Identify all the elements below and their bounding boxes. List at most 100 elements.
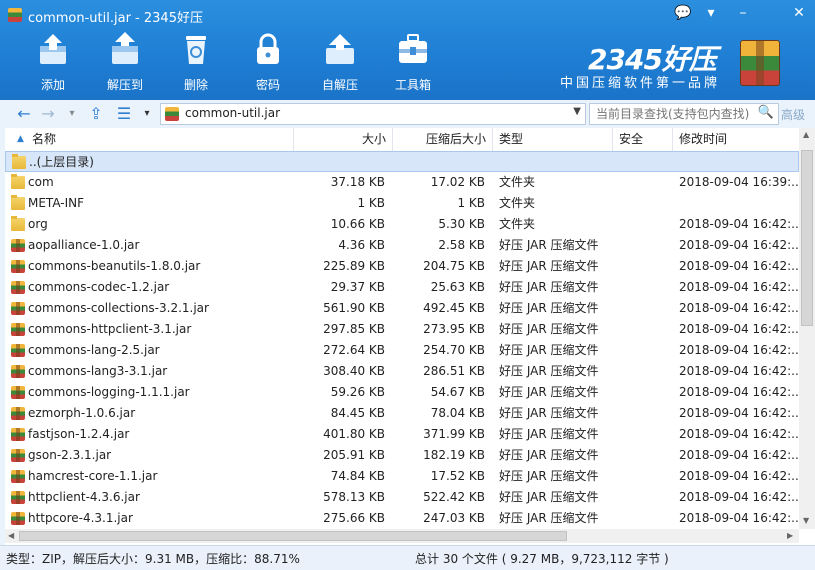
file-type: 好压 JAR 压缩文件 xyxy=(499,511,599,525)
column-size[interactable]: 大小 xyxy=(294,128,393,151)
table-row[interactable]: aopalliance-1.0.jar 4.36 KB 2.58 KB 好压 JAR … xyxy=(5,235,799,256)
table-row[interactable]: commons-lang-2.5.jar 272.64 KB 254.70 KB 好压… xyxy=(5,340,799,361)
table-row[interactable]: httpclient-4.3.6.jar 578.13 KB 522.42 KB 好压… xyxy=(5,487,799,508)
file-packed-size: 78.04 KB xyxy=(430,406,485,420)
search-icon[interactable]: 🔍 xyxy=(758,105,774,120)
close-icon[interactable]: ✕ xyxy=(788,3,810,23)
file-type: 好压 JAR 压缩文件 xyxy=(499,427,599,441)
table-row[interactable]: commons-collections-3.2.1.jar 561.90 KB 49… xyxy=(5,298,799,319)
file-type: 文件夹 xyxy=(499,217,536,231)
scroll-down-icon[interactable]: ▼ xyxy=(803,516,809,525)
scroll-up-icon[interactable]: ▲ xyxy=(803,130,809,139)
column-security[interactable]: 安全 xyxy=(613,128,673,151)
archive-box-icon xyxy=(740,40,780,86)
menu-dropdown-icon[interactable]: ▾ xyxy=(700,3,722,23)
self-extract-button[interactable]: 自解压 xyxy=(311,32,369,94)
table-row[interactable]: org 10.66 KB 5.30 KB 文件夹 2018-09-04 16:42:..… xyxy=(5,214,799,235)
delete-button[interactable]: 删除 xyxy=(167,32,225,94)
path-combobox[interactable]: common-util.jar ▼ xyxy=(160,103,586,125)
vertical-scroll-thumb[interactable] xyxy=(801,150,813,326)
file-size: 401.80 KB xyxy=(323,427,385,441)
file-type: 文件夹 xyxy=(499,175,536,189)
table-row[interactable]: gson-2.3.1.jar 205.91 KB 182.19 KB 好压 JAR 压… xyxy=(5,445,799,466)
vertical-scrollbar[interactable]: ▲ ▼ xyxy=(799,128,815,529)
file-size: 84.45 KB xyxy=(330,406,385,420)
jar-archive-icon xyxy=(11,449,25,462)
up-folder-icon[interactable]: ⇪ xyxy=(86,104,106,124)
table-row[interactable]: httpcore-4.3.1.jar 275.66 KB 247.03 KB 好压 J… xyxy=(5,508,799,529)
file-size: 37.18 KB xyxy=(330,175,385,189)
file-name: commons-collections-3.2.1.jar xyxy=(28,301,209,315)
file-packed-size: 273.95 KB xyxy=(423,322,485,336)
file-name: httpclient-4.3.6.jar xyxy=(28,490,140,504)
file-size: 578.13 KB xyxy=(323,490,385,504)
table-row[interactable]: commons-codec-1.2.jar 29.37 KB 25.63 KB 好压 … xyxy=(5,277,799,298)
column-type[interactable]: 类型 xyxy=(493,128,613,151)
file-name: commons-beanutils-1.8.0.jar xyxy=(28,259,201,273)
feedback-icon[interactable]: 💬 xyxy=(672,3,694,23)
folder-icon xyxy=(11,216,25,231)
file-packed-size: 17.52 KB xyxy=(430,469,485,483)
column-name[interactable]: ▲ 名称 xyxy=(5,128,294,151)
view-list-icon[interactable]: ☰ xyxy=(114,104,134,124)
horizontal-scroll-thumb[interactable] xyxy=(19,531,567,541)
jar-archive-icon xyxy=(11,281,25,294)
scroll-right-icon[interactable]: ▶ xyxy=(787,531,793,540)
table-row[interactable]: commons-httpclient-3.1.jar 297.85 KB 273.9… xyxy=(5,319,799,340)
table-row[interactable]: commons-beanutils-1.8.0.jar 225.89 KB 204.… xyxy=(5,256,799,277)
horizontal-scrollbar[interactable]: ◀ ▶ xyxy=(5,529,799,543)
minimize-icon[interactable]: – xyxy=(732,3,754,23)
file-list: ▲ 名称 大小 压缩后大小 类型 安全 修改时间 ..(上层目录) com 37.1… xyxy=(5,128,799,529)
file-type: 好压 JAR 压缩文件 xyxy=(499,301,599,315)
search-box[interactable]: 🔍 xyxy=(589,103,779,125)
file-type: 好压 JAR 压缩文件 xyxy=(499,364,599,378)
jar-archive-icon xyxy=(11,239,25,252)
table-row[interactable]: commons-lang3-3.1.jar 308.40 KB 286.51 KB 好… xyxy=(5,361,799,382)
toolbox-label: 工具箱 xyxy=(394,78,431,92)
window-title: common-util.jar - 2345好压 xyxy=(28,11,203,26)
file-packed-size: 522.42 KB xyxy=(423,490,485,504)
password-button[interactable]: 密码 xyxy=(239,32,297,94)
column-modified[interactable]: 修改时间 xyxy=(673,128,799,151)
jar-archive-icon xyxy=(11,344,25,357)
table-row[interactable]: META-INF 1 KB 1 KB 文件夹 xyxy=(5,193,799,214)
path-dropdown-icon[interactable]: ▼ xyxy=(573,106,581,117)
file-packed-size: 254.70 KB xyxy=(423,343,485,357)
table-row[interactable]: fastjson-1.2.4.jar 401.80 KB 371.99 KB 好压 J… xyxy=(5,424,799,445)
table-row[interactable]: com 37.18 KB 17.02 KB 文件夹 2018-09-04 16:39:.… xyxy=(5,172,799,193)
scroll-left-icon[interactable]: ◀ xyxy=(8,531,14,540)
file-type: 好压 JAR 压缩文件 xyxy=(499,343,599,357)
advanced-search-link[interactable]: 高级 xyxy=(781,106,805,123)
file-type: 好压 JAR 压缩文件 xyxy=(499,259,599,273)
file-modified xyxy=(679,193,799,214)
file-size: 272.64 KB xyxy=(323,343,385,357)
file-name: commons-httpclient-3.1.jar xyxy=(28,322,192,336)
file-size: 275.66 KB xyxy=(323,511,385,525)
file-size: 205.91 KB xyxy=(323,448,385,462)
table-row[interactable]: hamcrest-core-1.1.jar 74.84 KB 17.52 KB 好压 … xyxy=(5,466,799,487)
file-modified xyxy=(680,152,799,173)
add-button[interactable]: 添加 xyxy=(24,32,82,94)
column-packed-size[interactable]: 压缩后大小 xyxy=(393,128,493,151)
table-row[interactable]: ezmorph-1.0.6.jar 84.45 KB 78.04 KB 好压 JAR … xyxy=(5,403,799,424)
file-modified: 2018-09-04 16:42:... xyxy=(679,259,799,273)
table-row[interactable]: commons-logging-1.1.1.jar 59.26 KB 54.67 K… xyxy=(5,382,799,403)
add-archive-icon xyxy=(40,34,66,64)
archive-icon xyxy=(165,107,179,121)
forward-arrow-icon[interactable]: → xyxy=(38,104,58,124)
view-dropdown-icon[interactable]: ▾ xyxy=(137,104,157,124)
back-arrow-icon[interactable]: ← xyxy=(14,104,34,124)
toolbox-button[interactable]: 工具箱 xyxy=(384,32,442,94)
search-input[interactable] xyxy=(594,105,758,123)
extract-to-label: 解压到 xyxy=(106,78,143,92)
file-packed-size: 2.58 KB xyxy=(438,238,485,252)
extract-to-button[interactable]: 解压到 xyxy=(96,32,154,94)
file-modified: 2018-09-04 16:42:... xyxy=(679,322,799,336)
toolbox-icon xyxy=(399,34,427,63)
file-name: httpcore-4.3.1.jar xyxy=(28,511,133,525)
history-dropdown-icon[interactable]: ▾ xyxy=(62,104,82,124)
table-row[interactable]: ..(上层目录) xyxy=(5,151,799,172)
file-type: 好压 JAR 压缩文件 xyxy=(499,469,599,483)
jar-archive-icon xyxy=(11,302,25,315)
folder-icon xyxy=(11,174,25,189)
